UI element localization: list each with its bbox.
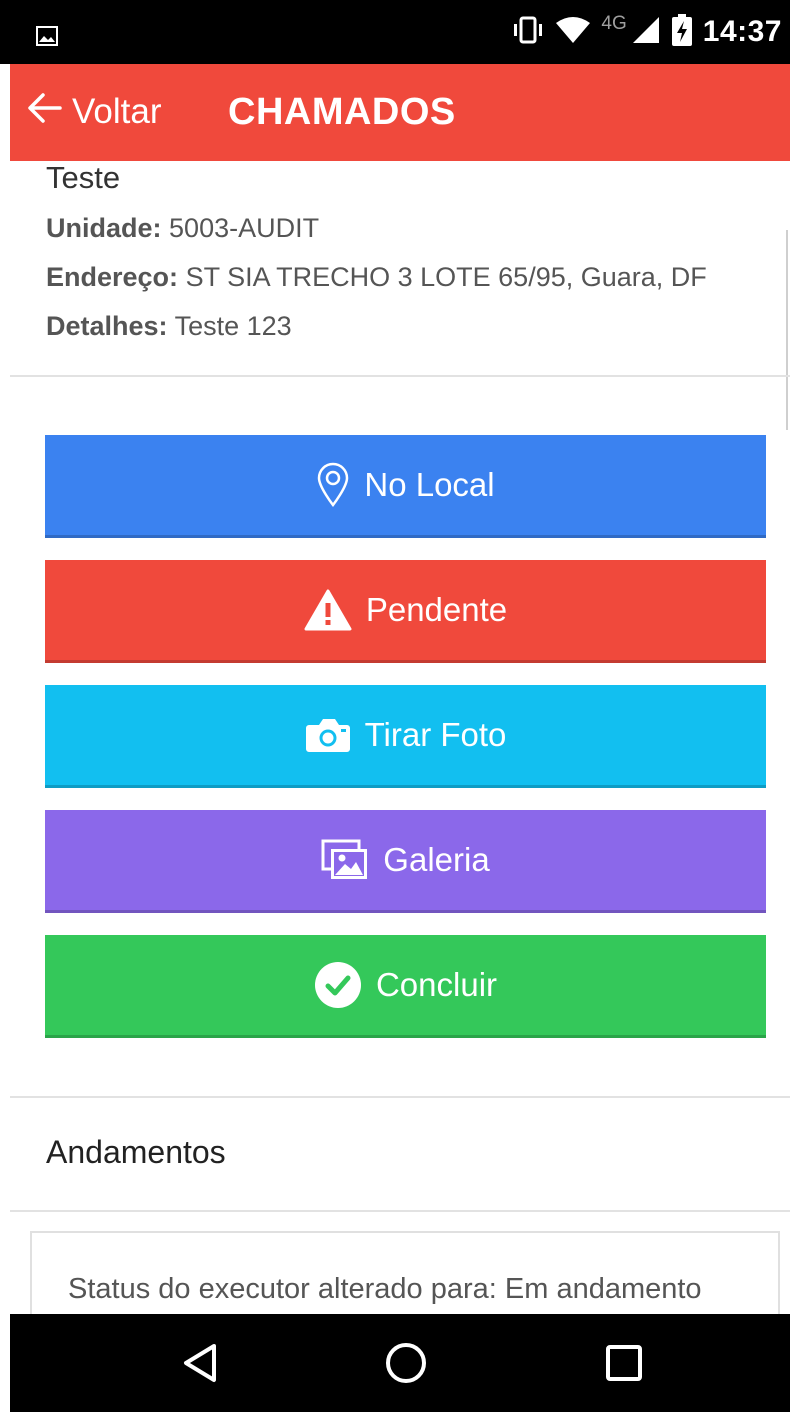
no-local-label: No Local <box>364 466 495 503</box>
detalhes-value: Teste 123 <box>174 311 292 341</box>
endereco-label: Endereço: <box>46 262 179 292</box>
back-label: Voltar <box>72 92 162 131</box>
back-triangle-icon[interactable] <box>170 1338 230 1388</box>
battery-charging-icon <box>671 13 693 51</box>
wifi-icon <box>555 15 591 50</box>
status-bar: 4G 14:37 <box>0 0 790 64</box>
ticket-name: Teste <box>46 160 121 195</box>
andamento-text: Status do executor alterado para: Em and… <box>68 1273 702 1305</box>
galeria-label: Galeria <box>383 841 490 878</box>
ticket-info: Teste Unidade: 5003-AUDIT Endereço: ST S… <box>46 160 707 343</box>
image-notification-icon <box>36 26 58 51</box>
unidade-value: 5003-AUDIT <box>169 213 320 243</box>
gallery-icon <box>321 839 369 881</box>
galeria-button[interactable]: Galeria <box>45 810 766 913</box>
unidade-label: Unidade: <box>46 213 162 243</box>
unidade-row: Unidade: 5003-AUDIT <box>46 211 707 245</box>
detalhes-row: Detalhes: Teste 123 <box>46 309 707 343</box>
home-circle-icon[interactable] <box>376 1338 436 1388</box>
endereco-row: Endereço: ST SIA TRECHO 3 LOTE 65/95, Gu… <box>46 260 707 294</box>
scrollbar <box>786 230 788 430</box>
vibrate-icon <box>511 15 545 50</box>
pendente-button[interactable]: Pendente <box>45 560 766 663</box>
divider <box>10 375 790 377</box>
concluir-button[interactable]: Concluir <box>45 935 766 1038</box>
arrow-left-icon <box>26 92 62 133</box>
divider <box>10 1096 790 1098</box>
tirar-foto-label: Tirar Foto <box>364 716 507 753</box>
clock: 14:37 <box>702 15 782 48</box>
camera-icon <box>305 717 351 753</box>
signal-icon <box>631 15 661 50</box>
page-title: CHAMADOS <box>228 91 456 133</box>
no-local-button[interactable]: No Local <box>45 435 766 538</box>
andamentos-title: Andamentos <box>46 1134 226 1170</box>
system-nav-bar <box>10 1314 790 1412</box>
warning-icon <box>304 589 352 631</box>
tirar-foto-button[interactable]: Tirar Foto <box>45 685 766 788</box>
pendente-label: Pendente <box>365 591 508 628</box>
recents-square-icon[interactable] <box>594 1338 654 1388</box>
concluir-label: Concluir <box>375 966 498 1003</box>
network-type: 4G <box>601 13 627 34</box>
detalhes-label: Detalhes: <box>46 311 168 341</box>
endereco-value: ST SIA TRECHO 3 LOTE 65/95, Guara, DF <box>185 262 707 292</box>
back-button[interactable]: Voltar <box>26 90 162 134</box>
app-bar: Voltar CHAMADOS <box>10 64 790 161</box>
map-pin-icon <box>316 462 350 508</box>
check-circle-icon <box>314 961 362 1009</box>
divider <box>10 1210 790 1212</box>
